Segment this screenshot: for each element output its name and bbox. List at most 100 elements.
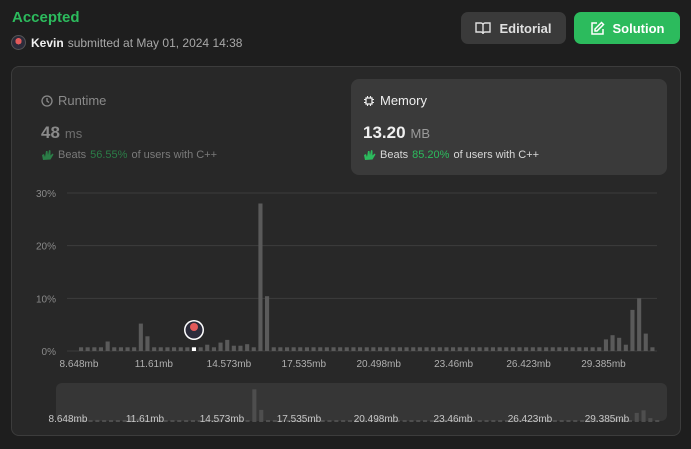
bar (351, 347, 356, 351)
bar (338, 347, 343, 351)
bar (630, 309, 635, 351)
bar (623, 344, 628, 351)
mini-bar (115, 420, 120, 422)
username-link[interactable]: Kevin (31, 36, 64, 50)
bar (125, 347, 130, 351)
edit-icon (590, 20, 605, 35)
mini-x-tick-label: 20.498mb (354, 414, 399, 425)
bar (278, 347, 283, 351)
submitted-text: submitted at May 01, 2024 14:38 (67, 35, 243, 50)
bar (464, 347, 469, 351)
bar (650, 347, 655, 351)
mini-x-tick-label: 26.423mb (508, 414, 553, 425)
bar (85, 347, 90, 351)
bar (238, 345, 243, 351)
bar (344, 347, 349, 351)
x-tick-label: 23.46mb (434, 359, 473, 370)
bar (484, 347, 489, 351)
bar (371, 347, 376, 351)
bar (105, 341, 110, 351)
mini-bar (409, 420, 414, 422)
x-tick-label: 8.648mb (60, 359, 99, 370)
bar (318, 347, 323, 351)
bar (364, 347, 369, 351)
bar (258, 203, 263, 351)
bar (205, 344, 210, 351)
bar (185, 347, 190, 351)
mini-x-tick-label: 8.648mb (49, 414, 88, 425)
solution-label: Solution (612, 20, 665, 36)
bar (158, 347, 163, 351)
bar (298, 347, 303, 351)
mini-bar (573, 420, 578, 422)
x-tick-label: 29.385mb (581, 359, 626, 370)
mini-bar (484, 420, 489, 422)
bar (577, 347, 582, 351)
mini-x-tick-label: 11.61mb (126, 414, 165, 425)
bar (490, 347, 495, 351)
highlight-bar (191, 347, 196, 351)
bar (550, 347, 555, 351)
x-tick-label: 26.423mb (506, 359, 551, 370)
editorial-button[interactable]: Editorial (461, 12, 566, 44)
editorial-label: Editorial (499, 20, 552, 36)
mini-bar (190, 420, 195, 422)
bar (617, 337, 622, 351)
bar (544, 347, 549, 351)
bar (304, 347, 309, 351)
bar (152, 347, 157, 351)
solution-button[interactable]: Solution (574, 12, 680, 44)
bar (178, 347, 183, 351)
bar (311, 347, 316, 351)
bar (285, 347, 290, 351)
bar (597, 347, 602, 351)
memory-distribution-chart[interactable]: 0% 10% 20% 30% 8.648mb 11.61mb 14.573mb 17.535m… (12, 67, 682, 437)
x-tick-label: 17.535mb (282, 359, 327, 370)
submission-info: Kevin submitted at May 01, 2024 14:38 (11, 35, 242, 50)
bar (112, 347, 117, 351)
mini-bar (552, 420, 557, 422)
mini-bar (252, 389, 257, 422)
user-marker (184, 320, 204, 340)
bar (145, 336, 150, 351)
mini-bar (580, 420, 585, 422)
mini-bar (641, 410, 646, 422)
mini-bar (566, 420, 571, 422)
bar (245, 344, 250, 351)
mini-bar (102, 420, 107, 422)
bar (79, 347, 84, 351)
y-tick-label: 0% (42, 347, 57, 358)
bar (431, 347, 436, 351)
bar (324, 347, 329, 351)
bar (211, 347, 216, 351)
bar (471, 347, 476, 351)
bar (643, 333, 648, 351)
bar (271, 347, 276, 351)
bar (583, 347, 588, 351)
bar (331, 347, 336, 351)
bar (291, 347, 296, 351)
bar (497, 347, 502, 351)
mini-bar (634, 412, 639, 422)
bar (165, 347, 170, 351)
bar (265, 296, 270, 351)
bar (504, 347, 509, 351)
bar (637, 298, 642, 351)
user-avatar-detail (190, 323, 198, 331)
bar (218, 342, 223, 351)
mini-bar (245, 420, 250, 422)
bar (451, 347, 456, 351)
bar (172, 347, 177, 351)
bar (397, 347, 402, 351)
mini-bar (477, 420, 482, 422)
y-tick-label: 30% (36, 189, 56, 200)
range-selector-ticks: 8.648mb 11.61mb 14.573mb 17.535mb 20.498mb 23… (49, 414, 630, 425)
bar (358, 347, 363, 351)
chart-ticks: 0% 10% 20% 30% 8.648mb 11.61mb 14.573mb 17.535m… (36, 189, 626, 370)
mini-bar (655, 420, 660, 422)
mini-bar (559, 420, 564, 422)
mini-bar (491, 420, 496, 422)
submission-card: Runtime 48 ms Beats 56.55% of users with… (11, 66, 681, 436)
mini-bar (498, 420, 503, 422)
avatar[interactable] (11, 35, 26, 50)
